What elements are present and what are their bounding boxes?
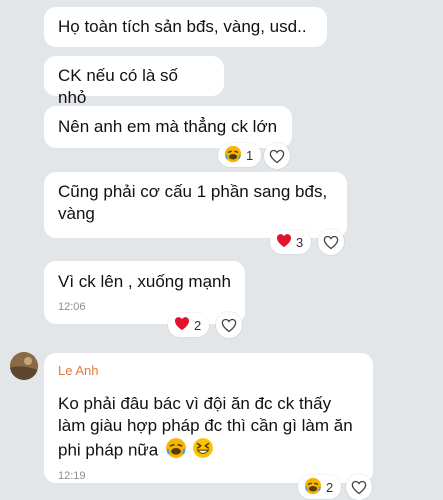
heart-outline-icon[interactable]	[264, 143, 290, 169]
message-text-line: phi pháp nữa	[58, 437, 359, 465]
red-heart-icon	[276, 233, 292, 251]
message-bubble[interactable]: Nên anh em mà thẳng ck lớn	[44, 106, 292, 148]
reaction-badge[interactable]: 3	[270, 230, 312, 254]
message-bubble[interactable]: Cũng phải cơ cấu 1 phần sang bđs, vàng	[44, 172, 347, 238]
reaction-badge[interactable]: 2	[168, 313, 210, 337]
message-bubble[interactable]: Vì ck lên , xuống mạnh 12:06	[44, 261, 245, 324]
sender-name[interactable]: Le Anh	[58, 363, 359, 379]
reaction-count: 1	[246, 147, 254, 163]
message-time: 12:06	[58, 301, 86, 313]
message-text: Nên anh em mà thẳng ck lớn	[58, 117, 278, 136]
message-text-line: Cũng phải cơ cấu 1 phần sang bđs,	[58, 182, 328, 201]
heart-outline-icon[interactable]	[216, 312, 242, 338]
heart-outline-icon[interactable]	[346, 474, 372, 500]
message-text: Họ toàn tích sản bđs, vàng, usd..	[58, 17, 307, 36]
reaction-count: 2	[326, 479, 334, 495]
reaction-count: 3	[296, 234, 304, 250]
grinning-squinting-face-icon	[192, 437, 214, 465]
laughing-crying-face-icon	[224, 145, 242, 166]
reaction-count: 2	[194, 317, 202, 333]
message-text-line: Ko phải đâu bác vì đội ăn đc ck thấy	[58, 394, 332, 413]
avatar[interactable]	[10, 352, 38, 380]
message-text: CK nếu có là số nhỏ	[58, 66, 179, 107]
red-heart-icon	[174, 316, 190, 334]
message-text: phi pháp nữa	[58, 440, 159, 460]
message-text-line: vàng	[58, 204, 95, 223]
heart-outline-icon[interactable]	[318, 229, 344, 255]
message-bubble[interactable]: CK nếu có là số nhỏ	[44, 56, 224, 107]
message-text-line: làm giàu hợp pháp đc thì cần gì làm ăn	[58, 416, 353, 435]
laughing-crying-face-icon	[304, 477, 322, 498]
message-text: Vì ck lên , xuống mạnh	[58, 272, 231, 291]
message-bubble[interactable]: Le Anh Ko phải đâu bác vì đội ăn đc ck t…	[44, 353, 373, 483]
reaction-badge[interactable]: 1	[218, 143, 262, 167]
message-bubble[interactable]: Họ toàn tích sản bđs, vàng, usd..	[44, 7, 327, 47]
laughing-crying-face-icon	[165, 437, 187, 465]
reaction-badge[interactable]: 2	[298, 475, 342, 499]
